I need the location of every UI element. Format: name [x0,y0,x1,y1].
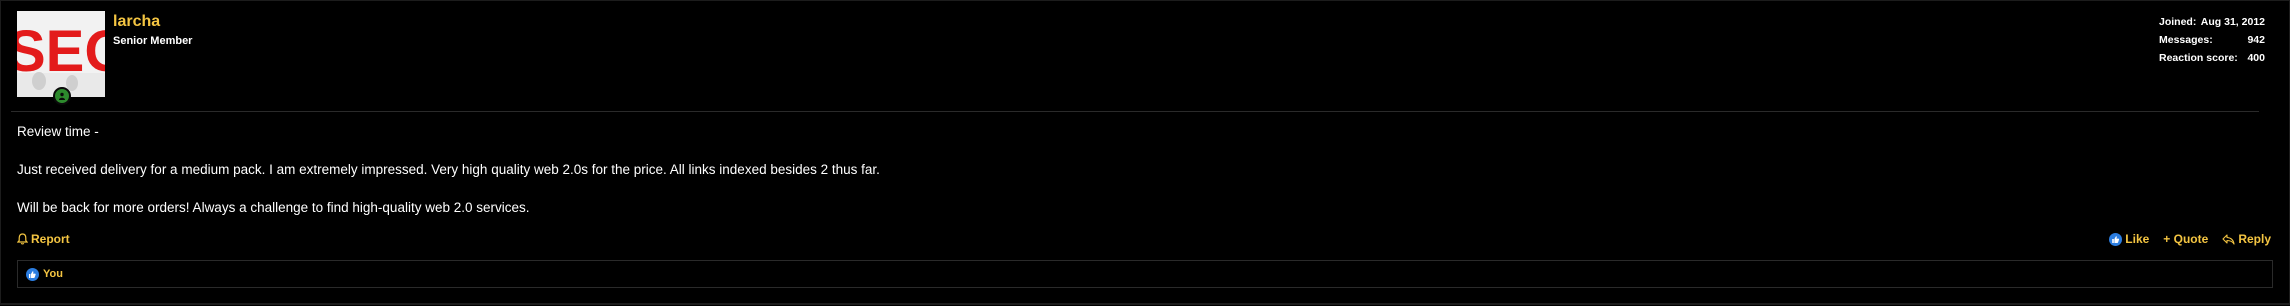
stat-joined: Joined: Aug 31, 2012 [2159,13,2265,31]
like-icon [2109,232,2123,246]
stat-value: Aug 31, 2012 [2200,16,2265,28]
reactions-bar[interactable]: You [17,260,2273,288]
stat-value: 942 [2247,34,2265,46]
message-paragraph: Review time - [17,124,99,139]
stat-label: Messages: [2159,34,2213,46]
like-icon [26,267,39,281]
reply-label: Reply [2238,232,2271,246]
reply-button[interactable]: Reply [2222,230,2271,248]
message-paragraph: Just received delivery for a medium pack… [17,162,880,177]
forum-post: SEO larcha Senior Member Joined: Aug 31,… [0,0,2290,305]
message-body: Review time - Just received delivery for… [17,123,880,237]
avatar-image: SEO [17,11,105,97]
like-label: Like [2125,232,2150,246]
avatar[interactable]: SEO [17,11,105,97]
report-label: Report [31,232,70,246]
user-title: Senior Member [113,35,193,47]
message-paragraph: Will be back for more orders! Always a c… [17,200,530,215]
bell-icon [17,233,28,245]
stat-label: Reaction score: [2159,52,2238,64]
online-status-icon [53,87,71,105]
like-button[interactable]: Like [2109,230,2149,248]
quote-label: + Quote [2163,232,2209,246]
post-actions-right: Like + Quote Reply [2109,230,2271,248]
quote-button[interactable]: + Quote [2163,230,2208,248]
stat-reaction-score: Reaction score: 400 [2159,49,2265,67]
user-stats: Joined: Aug 31, 2012 Messages: 942 React… [2159,13,2265,67]
reaction-users[interactable]: You [43,268,63,280]
stat-messages: Messages: 942 [2159,31,2265,49]
reply-icon [2222,233,2235,245]
report-button[interactable]: Report [17,230,70,248]
stat-label: Joined: [2159,16,2197,28]
post-divider [11,111,2259,112]
stat-value: 400 [2247,52,2265,64]
username[interactable]: larcha [113,13,160,31]
post-actions: Report Like + Quote Reply [17,230,2271,248]
